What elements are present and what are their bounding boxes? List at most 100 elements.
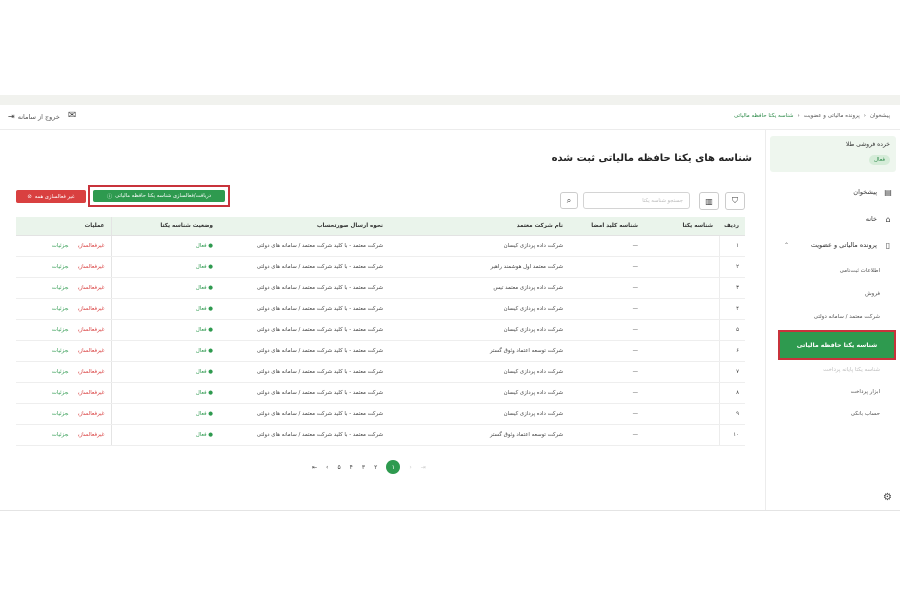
- table-row: ۳ — شرکت داده پردازی معتمد تیس شرکت معتمد -…: [16, 277, 745, 299]
- sidebar-sub-sales[interactable]: فروش: [865, 291, 880, 297]
- settings-icon[interactable]: ⚙: [883, 492, 892, 503]
- sidebar-sub-registration-info[interactable]: اطلاعات ثبت‌نامی: [840, 268, 880, 274]
- deactivate-row-button[interactable]: غیرفعالسازی: [78, 411, 104, 417]
- info-icon: ⓘ: [106, 193, 113, 200]
- table-row: ۱۰ — شرکت توسعه اعتماد وثوق گستر شرکت معتمد…: [16, 424, 745, 446]
- next-page-button[interactable]: ›: [409, 464, 411, 471]
- cell-operations: غیرفعالسازی جزئیات: [16, 298, 112, 320]
- cell-operations: غیرفعالسازی جزئیات: [16, 235, 112, 257]
- status-dot-icon: ●: [206, 390, 213, 396]
- breadcrumb-tax-file[interactable]: پرونده مالیاتی و عضویت: [804, 113, 860, 119]
- cell-uid: [644, 319, 719, 341]
- deactivate-row-button[interactable]: غیرفعالسازی: [78, 285, 104, 291]
- details-row-button[interactable]: جزئیات: [52, 306, 68, 312]
- details-row-button[interactable]: جزئیات: [52, 369, 68, 375]
- details-row-button[interactable]: جزئیات: [52, 411, 68, 417]
- cell-uid: [644, 235, 719, 257]
- cell-signing-key: —: [569, 256, 644, 278]
- deactivate-all-button[interactable]: غیر فعالسازی همه ⊘: [16, 190, 86, 203]
- sidebar-item-label: پرونده مالیاتی و عضویت: [810, 241, 877, 249]
- deactivate-row-button[interactable]: غیرفعالسازی: [78, 432, 104, 438]
- filter-button[interactable]: ⛉: [725, 192, 745, 210]
- breadcrumb-home[interactable]: پیشخوان: [870, 113, 890, 119]
- sidebar-item-tax-file[interactable]: ▯ پرونده مالیاتی و عضویت ⌃: [770, 238, 900, 252]
- cell-uid: [644, 424, 719, 446]
- details-row-button[interactable]: جزئیات: [52, 264, 68, 270]
- cell-signing-key: —: [569, 403, 644, 425]
- cell-operations: غیرفعالسازی جزئیات: [16, 361, 112, 383]
- cell-index: ۱۰: [718, 424, 745, 446]
- block-icon: ⊘: [27, 193, 32, 200]
- logout-icon: ⇥: [8, 112, 15, 121]
- breadcrumb: پیشخوان ‹ پرونده مالیاتی و عضویت ‹ شناسه…: [734, 113, 890, 119]
- cell-uid: [644, 298, 719, 320]
- cell-uid: [644, 256, 719, 278]
- cell-company: شرکت داده پردازی معتمد تیس: [389, 277, 569, 299]
- deactivate-row-button[interactable]: غیرفعالسازی: [78, 327, 104, 333]
- cell-operations: غیرفعالسازی جزئیات: [16, 424, 112, 446]
- details-row-button[interactable]: جزئیات: [52, 432, 68, 438]
- status-label: فعال: [195, 264, 207, 270]
- shop-card: خرده فروشی طلا فعال: [770, 136, 896, 172]
- fetch-activate-uid-button[interactable]: دریافت/فعالسازی شناسه یکتا حافظه مالیاتی…: [93, 190, 225, 202]
- deactivate-row-button[interactable]: غیرفعالسازی: [78, 348, 104, 354]
- sidebar-sub-pos-uid[interactable]: شناسه یکتا پایانه پرداخت: [823, 367, 880, 373]
- search-button[interactable]: ⌕: [560, 192, 578, 209]
- page-link[interactable]: ۲: [374, 464, 377, 471]
- details-row-button[interactable]: جزئیات: [52, 285, 68, 291]
- cell-send-method: شرکت معتمد - با کلید شرکت معتمد / سامانه…: [219, 382, 389, 404]
- cell-send-method: شرکت معتمد - با کلید شرکت معتمد / سامانه…: [219, 298, 389, 320]
- page-link[interactable]: ۳: [362, 464, 365, 471]
- file-icon: ▯: [885, 240, 891, 250]
- prev-page-button[interactable]: ‹: [326, 464, 328, 471]
- deactivate-row-button[interactable]: غیرفعالسازی: [78, 369, 104, 375]
- cell-status: ● فعال: [111, 382, 219, 404]
- cell-company: شرکت معتمد اول هوشمند راهبر: [389, 256, 569, 278]
- page-link[interactable]: ۵: [337, 464, 340, 471]
- exit-button[interactable]: ⇥ خروج از سامانه: [8, 112, 60, 121]
- cell-status: ● فعال: [111, 424, 219, 446]
- sidebar-item-dashboard[interactable]: ▤ پیشخوان: [770, 185, 900, 199]
- cell-operations: غیرفعالسازی جزئیات: [16, 403, 112, 425]
- cell-operations: غیرفعالسازی جزئیات: [16, 319, 112, 341]
- cell-signing-key: —: [569, 382, 644, 404]
- deactivate-row-button[interactable]: غیرفعالسازی: [78, 264, 104, 270]
- uid-table: ردیف شناسه یکتا شناسه کلید امضا نام شرکت…: [16, 217, 745, 446]
- details-row-button[interactable]: جزئیات: [52, 390, 68, 396]
- cell-uid: [644, 361, 719, 383]
- cell-index: ۷: [718, 361, 745, 383]
- first-page-button[interactable]: ⇥: [421, 464, 426, 471]
- columns-button[interactable]: ▥: [699, 192, 719, 210]
- status-dot-icon: ●: [206, 306, 213, 312]
- cell-index: ۶: [718, 340, 745, 362]
- sidebar-sub-tax-memory-uid[interactable]: شناسه یکتا حافظه مالیاتی: [778, 330, 896, 360]
- status-dot-icon: ●: [206, 348, 213, 354]
- last-page-button[interactable]: ⇤: [312, 464, 317, 471]
- deactivate-all-label: غیر فعالسازی همه: [34, 193, 75, 200]
- header-uid: شناسه یکتا: [644, 217, 719, 236]
- sidebar-sub-bank-account[interactable]: حساب بانکی: [851, 411, 880, 417]
- deactivate-row-button[interactable]: غیرفعالسازی: [78, 243, 104, 249]
- sidebar-sub-trusted-company[interactable]: شرکت معتمد / سامانه دولتی: [814, 314, 880, 320]
- status-dot-icon: ●: [206, 327, 213, 333]
- cell-company: شرکت توسعه اعتماد وثوق گستر: [389, 424, 569, 446]
- details-row-button[interactable]: جزئیات: [52, 243, 68, 249]
- status-dot-icon: ●: [206, 264, 213, 270]
- cell-signing-key: —: [569, 340, 644, 362]
- notification-icon[interactable]: ✉: [68, 110, 76, 121]
- search-input[interactable]: جستجو شناسه یکتا: [583, 192, 690, 209]
- sidebar-item-home[interactable]: ⌂ خانه: [770, 212, 900, 226]
- cell-index: ۵: [718, 319, 745, 341]
- details-row-button[interactable]: جزئیات: [52, 348, 68, 354]
- search-placeholder: جستجو شناسه یکتا: [642, 197, 683, 204]
- table-row: ۵ — شرکت داده پردازی کیسان شرکت معتمد - با …: [16, 319, 745, 341]
- sidebar-sub-payment-tool[interactable]: ابزار پرداخت: [851, 389, 880, 395]
- deactivate-row-button[interactable]: غیرفعالسازی: [78, 306, 104, 312]
- details-row-button[interactable]: جزئیات: [52, 327, 68, 333]
- status-dot-icon: ●: [206, 432, 213, 438]
- deactivate-row-button[interactable]: غیرفعالسازی: [78, 390, 104, 396]
- sidebar-item-label: پیشخوان: [853, 188, 877, 196]
- page-link[interactable]: ۴: [350, 464, 353, 471]
- cell-uid: [644, 277, 719, 299]
- current-page[interactable]: ۱: [386, 460, 401, 474]
